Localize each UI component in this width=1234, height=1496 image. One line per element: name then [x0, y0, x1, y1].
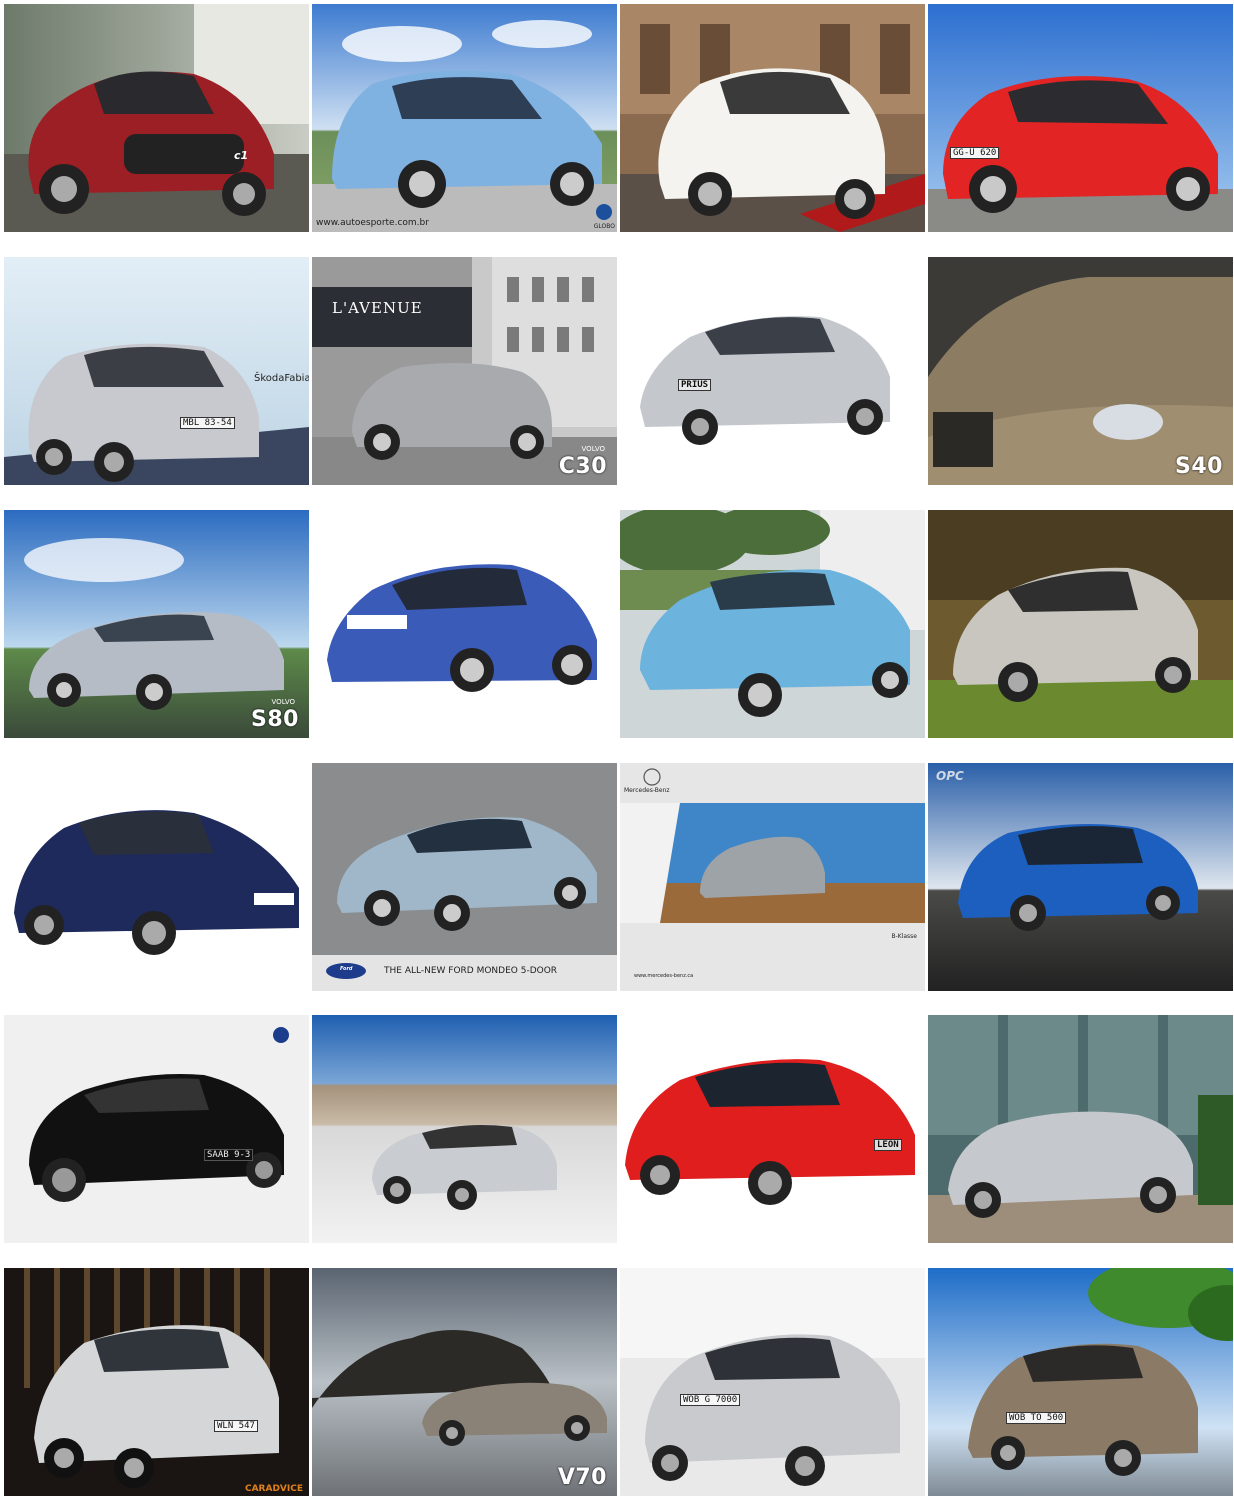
license-plate: MBL 83-54 [180, 417, 235, 429]
brand-label: VOLVO [271, 698, 295, 706]
gallery-tile-citroen-c2[interactable] [312, 510, 617, 738]
volvo-v70-photo [312, 1268, 617, 1496]
model-badge: SAAB 9-3 [204, 1149, 254, 1161]
gallery-tile-citroen-c3[interactable]: www.autoesporte.com.br GLOBO [312, 4, 617, 232]
brand-label: Mercedes-Benz [624, 787, 670, 794]
saab-9-3-photo [4, 1015, 309, 1243]
gallery-tile-skoda-fabia[interactable]: ŠkodaFabia MBL 83-54 [4, 257, 309, 485]
opel-zafira-photo [928, 763, 1233, 991]
photo-watermark: www.autoesporte.com.br [316, 218, 429, 228]
model-badge: c1 [234, 149, 249, 162]
gallery-tile-opel-zafira-opc[interactable]: OPC [928, 763, 1233, 991]
license-plate: WOB G 7000 [680, 1394, 741, 1406]
ford-mondeo-photo [312, 763, 617, 991]
gallery-tile-toyota-prius[interactable]: PRIUS [620, 257, 925, 485]
gallery-tile-volvo-s40[interactable]: S40 [928, 257, 1233, 485]
citroen-c2-photo [312, 510, 617, 738]
footer-url: www.mercedes-benz.ca [634, 973, 694, 979]
mercedes-b-klasse-photo [620, 763, 925, 991]
model-label: S40 [1175, 454, 1223, 479]
gallery-tile-volvo-s80[interactable]: VOLVO S80 [4, 510, 309, 738]
gallery-tile-seat-leon[interactable]: LEON [620, 1015, 925, 1243]
saab-logo-icon [273, 1027, 289, 1043]
gallery-tile-vw-touran[interactable]: WOB TO 500 [928, 1268, 1233, 1496]
vw-touran-photo [928, 1268, 1233, 1496]
toyota-prius-photo [620, 257, 925, 485]
model-label: V70 [557, 1465, 607, 1490]
opel-corsa-photo [928, 4, 1233, 232]
volvo-v50-photo [4, 1268, 309, 1496]
volvo-c30-photo [312, 257, 617, 485]
seat-altea-photo [928, 1015, 1233, 1243]
brand-text: ŠkodaFabia [254, 373, 309, 384]
opc-logo: OPC [936, 769, 964, 783]
seat-leon-photo [620, 1015, 925, 1243]
gallery-tile-vw-golf-variant[interactable]: WOB G 7000 [620, 1268, 925, 1496]
gallery-tile-ford-mondeo[interactable]: Ford THE ALL-NEW FORD MONDEO 5-DOOR [312, 763, 617, 991]
gallery-tile-volvo-c30[interactable]: L'AVENUE VOLVO C30 [312, 257, 617, 485]
model-badge: PRIUS [678, 379, 712, 391]
ad-caption: THE ALL-NEW FORD MONDEO 5-DOOR [384, 966, 558, 976]
photo-watermark: CARADVICE [244, 1484, 303, 1494]
gallery-tile-volvo-v50[interactable]: WLN 547 CARADVICE [4, 1268, 309, 1496]
citroen-c4-picasso-photo [620, 510, 925, 738]
gallery-tile-mercedes-b-klasse[interactable]: Mercedes-Benz B-Klasse www.mercedes-benz… [620, 763, 925, 991]
brand-logo-label: GLOBO [593, 223, 615, 230]
gallery-tile-volvo-v70[interactable]: V70 [312, 1268, 617, 1496]
gallery-tile-saab-9-3[interactable]: SAAB 9-3 [4, 1015, 309, 1243]
model-label: S80 [251, 707, 299, 732]
gallery-tile-fiat-500[interactable] [620, 4, 925, 232]
gallery-tile-vw-polo[interactable] [4, 763, 309, 991]
gallery-tile-seat-altea[interactable] [928, 1015, 1233, 1243]
ford-focus-photo [928, 510, 1233, 738]
fiat-500-photo [620, 4, 925, 232]
vw-golf-variant-photo [620, 1268, 925, 1496]
brand-label: VOLVO [581, 445, 605, 453]
car-image-gallery: c1 www.autoesporte.com.br GLOBO GG-U 620… [0, 0, 1234, 1496]
model-label: B-Klasse [891, 933, 917, 940]
volvo-s40-photo [928, 257, 1233, 485]
skoda-fabia-photo [4, 257, 309, 485]
license-plate: GG-U 620 [950, 147, 1000, 159]
shop-sign: L'AVENUE [332, 299, 423, 317]
license-plate: WOB TO 500 [1006, 1412, 1067, 1424]
citroen-c3-photo [312, 4, 617, 232]
volvo-s80-photo [4, 510, 309, 738]
globo-logo-icon [596, 204, 612, 220]
gallery-tile-citroen-c1[interactable]: c1 [4, 4, 309, 232]
vw-polo-photo [4, 763, 309, 991]
gallery-tile-opel-corsa[interactable]: GG-U 620 [928, 4, 1233, 232]
gallery-tile-saab-9-5[interactable] [312, 1015, 617, 1243]
ford-logo-label: Ford [340, 966, 353, 972]
citroen-c1-photo [4, 4, 309, 232]
saab-9-5-photo [312, 1015, 617, 1243]
model-label: C30 [558, 454, 607, 479]
gallery-tile-ford-focus[interactable] [928, 510, 1233, 738]
gallery-tile-citroen-c4-picasso[interactable] [620, 510, 925, 738]
model-badge: LEON [874, 1139, 902, 1151]
license-plate: WLN 547 [214, 1420, 258, 1432]
